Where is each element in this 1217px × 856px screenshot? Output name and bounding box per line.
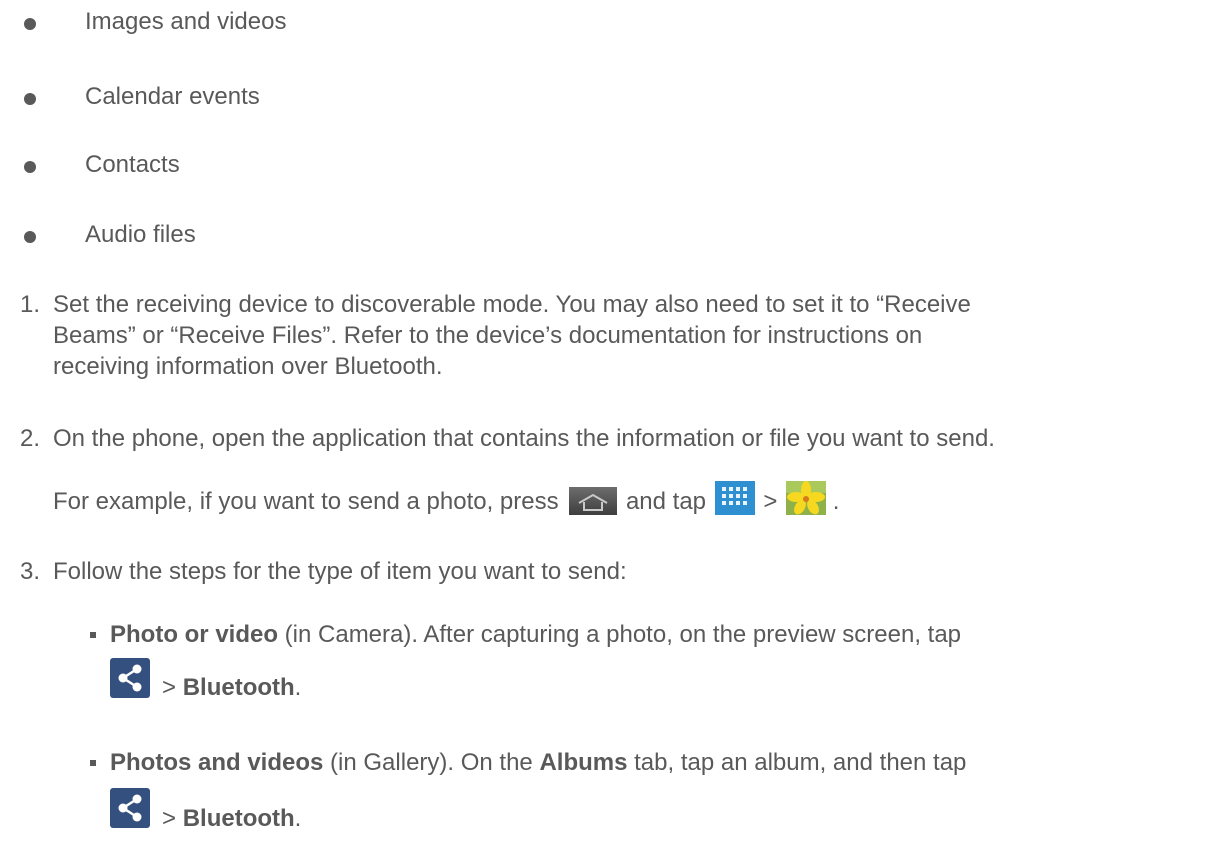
sub-item-photo-video: Photo or video (in Camera). After captur… <box>110 620 961 650</box>
action-bluetooth: Bluetooth <box>182 805 295 832</box>
home-key-icon <box>569 487 618 515</box>
sub-item-bold: Photo or video <box>110 621 278 648</box>
sub-item-text-2: tab, tap an album, and then tap <box>627 749 967 776</box>
step-number: 3. <box>20 558 41 585</box>
bullet-marker <box>24 18 36 30</box>
sub-item-1-action-row <box>110 658 150 698</box>
sub-item-text: (in Gallery). On the <box>323 749 540 776</box>
sub-item-2-action-row <box>110 788 150 828</box>
share-icon <box>110 788 150 828</box>
step-text: On the phone, open the application that … <box>53 425 995 452</box>
step-number: 2. <box>20 425 41 452</box>
action-bluetooth: Bluetooth <box>182 674 295 701</box>
sub-item-1-action: > Bluetooth. <box>162 673 301 703</box>
gt-symbol: > <box>162 674 177 701</box>
step-1-line-2: Beams” or “Receive Files”. Refer to the … <box>53 322 923 349</box>
example-and-tap: and tap <box>625 488 707 515</box>
step-number: 1. <box>20 291 41 318</box>
example-gt: > <box>763 488 778 515</box>
bullet-text: Calendar events <box>85 83 260 110</box>
sub-item-bold: Photos and videos <box>110 749 324 776</box>
bullet-text: Images and videos <box>85 8 287 35</box>
step-2-example: For example, if you want to send a photo… <box>53 481 839 517</box>
apps-grid-icon <box>714 481 755 515</box>
action-period: . <box>294 805 302 832</box>
sub-bullet-marker <box>90 760 96 766</box>
sub-bullet-marker <box>90 632 96 638</box>
gt-symbol: > <box>162 805 177 832</box>
action-period: . <box>294 674 302 701</box>
bullet-marker <box>24 161 36 173</box>
bullet-marker <box>24 93 36 105</box>
sub-item-2-action: > Bluetooth. <box>162 804 301 834</box>
sub-item-text: (in Camera). After capturing a photo, on… <box>278 621 962 648</box>
bullet-text: Contacts <box>85 151 180 178</box>
gallery-flower-icon <box>786 481 827 515</box>
sub-item-photos-videos: Photos and videos (in Gallery). On the A… <box>110 748 966 778</box>
albums-tab-label: Albums <box>539 749 628 776</box>
bullet-text: Audio files <box>85 221 196 248</box>
bullet-marker <box>24 231 36 243</box>
step-1-line-3: receiving information over Bluetooth. <box>53 353 443 380</box>
example-prefix: For example, if you want to send a photo… <box>53 488 559 515</box>
step-text: Follow the steps for the type of item yo… <box>53 558 627 585</box>
step-text-line: Set the receiving device to discoverable… <box>53 291 971 318</box>
share-icon <box>110 658 150 698</box>
example-period: . <box>832 488 840 515</box>
